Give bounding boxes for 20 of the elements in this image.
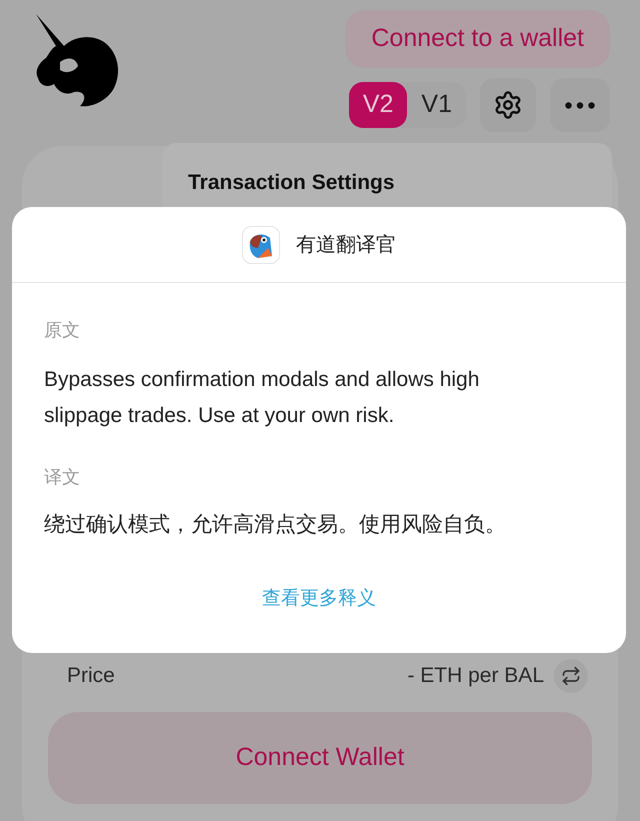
target-label: 译文: [44, 466, 81, 489]
price-label: Price: [67, 663, 115, 690]
version-tab[interactable]: V1: [407, 82, 466, 128]
target-text: 绕过确认模式，允许高滑点交易。使用风险自负。: [44, 512, 507, 538]
price-value: - ETH per BAL: [407, 663, 544, 690]
popover-title: Transaction Settings: [188, 171, 395, 194]
connect-wallet-main-button[interactable]: Connect Wallet: [48, 712, 592, 804]
settings-button[interactable]: [480, 78, 536, 132]
source-text: Bypasses confirmation modals and allows high slippage trades. Use at your own risk.: [44, 367, 480, 429]
swap-direction-button[interactable]: [554, 659, 588, 693]
gear-icon: [493, 90, 523, 120]
more-definitions-link[interactable]: 查看更多释义: [262, 584, 376, 613]
parrot-app-icon: [242, 226, 280, 264]
connect-wallet-button[interactable]: Connect to a wallet: [345, 10, 610, 68]
more-dots-icon: [565, 102, 595, 108]
version-tab[interactable]: V2: [348, 82, 408, 128]
app-title: 有道翻译官: [296, 232, 396, 258]
more-button[interactable]: [550, 78, 610, 132]
swap-arrows-icon: [561, 666, 581, 686]
source-label: 原文: [44, 319, 81, 342]
